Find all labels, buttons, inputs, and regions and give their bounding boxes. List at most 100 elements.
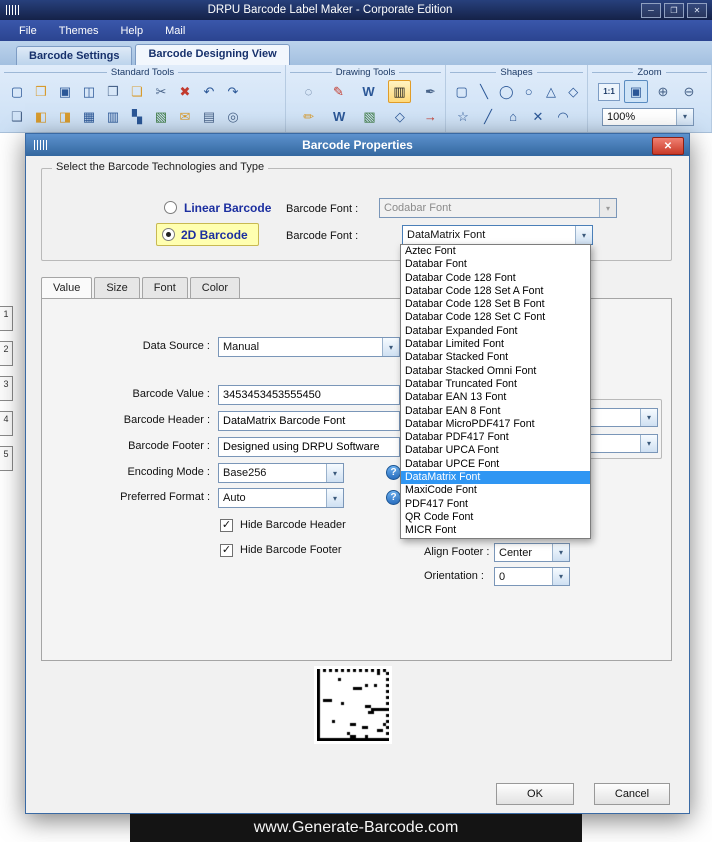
hide-barcode-header-checkbox[interactable]: ✓ [220, 519, 233, 532]
tab-value[interactable]: Value [41, 277, 93, 298]
barcode-header-input[interactable]: DataMatrix Barcode Font [218, 411, 400, 431]
copy-icon[interactable]: ❐ [102, 81, 124, 102]
2d-barcode-font-combo[interactable]: DataMatrix Font ▾ [402, 225, 593, 245]
font-dropdown-item[interactable]: Databar Code 128 Font [401, 272, 590, 285]
align-footer-combo[interactable]: Center ▾ [494, 543, 570, 562]
cut-icon[interactable]: ✂ [150, 81, 172, 102]
font-dropdown-item[interactable]: Databar UPCE Font [401, 458, 590, 471]
chevron-down-icon[interactable]: ▾ [575, 226, 592, 244]
2d-barcode-radio[interactable] [162, 228, 175, 241]
menu-file[interactable]: File [8, 23, 48, 39]
barcode-footer-input[interactable]: Designed using DRPU Software [218, 437, 400, 457]
font-dropdown-item[interactable]: Databar Stacked Omni Font [401, 365, 590, 378]
star-shape-icon[interactable]: ☆ [452, 106, 474, 127]
wordart-icon[interactable]: W [328, 106, 349, 127]
2d-barcode-label[interactable]: 2D Barcode [181, 228, 248, 242]
chevron-down-icon[interactable]: ▾ [640, 409, 657, 426]
zoom-in-icon[interactable]: ⊕ [652, 81, 674, 102]
arrow-tool-icon[interactable]: → [420, 106, 441, 127]
redo-icon[interactable]: ↷ [222, 81, 244, 102]
encoding-mode-combo[interactable]: Base256 ▾ [218, 463, 344, 483]
chevron-down-icon[interactable]: ▾ [552, 544, 569, 561]
email-icon[interactable]: ✉ [174, 106, 196, 127]
chevron-down-icon[interactable]: ▾ [640, 435, 657, 452]
lasso-select-icon[interactable]: ◌ [298, 81, 319, 102]
duplicate-icon[interactable]: ❑ [6, 106, 28, 127]
eyedropper-icon[interactable]: ✏ [298, 106, 319, 127]
export-image-icon[interactable]: ▧ [150, 106, 172, 127]
circle-shape-icon[interactable]: ○ [519, 81, 538, 102]
shape-tool-icon[interactable]: ◇ [389, 106, 410, 127]
open-icon[interactable]: ❒ [30, 81, 52, 102]
preferred-format-help-button[interactable]: ? [386, 490, 401, 505]
arc-shape-icon[interactable]: ◠ [552, 106, 574, 127]
line-shape-icon[interactable]: ╲ [474, 81, 493, 102]
menu-themes[interactable]: Themes [48, 23, 110, 39]
image-icon[interactable]: ▧ [359, 106, 380, 127]
font-dropdown-item[interactable]: Databar Font [401, 258, 590, 271]
font-dropdown-item[interactable]: MICR Font [401, 524, 590, 537]
actual-size-icon[interactable]: 1:1 [598, 82, 620, 101]
zoom-out-icon[interactable]: ⊖ [678, 81, 700, 102]
font-dropdown-item[interactable]: Databar UPCA Font [401, 444, 590, 457]
save-all-icon[interactable]: ◫ [78, 81, 100, 102]
lock-icon[interactable]: ◧ [30, 106, 52, 127]
tab-barcode-designing-view[interactable]: Barcode Designing View [135, 44, 290, 65]
font-dropdown-item[interactable]: Databar Code 128 Set A Font [401, 285, 590, 298]
linear-barcode-label[interactable]: Linear Barcode [184, 201, 271, 215]
barcode-tool-icon[interactable]: ▥ [388, 80, 411, 103]
restore-button[interactable]: ❐ [664, 2, 684, 18]
font-dropdown-item[interactable]: Databar Limited Font [401, 338, 590, 351]
chevron-down-icon[interactable]: ▾ [326, 489, 343, 507]
new-icon[interactable]: ▢ [6, 81, 28, 102]
paste-icon[interactable]: ❏ [126, 81, 148, 102]
text-tool-icon[interactable]: W [358, 81, 379, 102]
pen-icon[interactable]: ✒ [420, 81, 441, 102]
menu-help[interactable]: Help [109, 23, 154, 39]
fit-page-icon[interactable]: ▣ [624, 80, 648, 103]
diagonal-shape-icon[interactable]: ╱ [477, 106, 499, 127]
ok-button[interactable]: OK [496, 783, 574, 805]
hide-barcode-footer-checkbox[interactable]: ✓ [220, 544, 233, 557]
diamond-shape-icon[interactable]: ◇ [564, 81, 583, 102]
font-dropdown-item[interactable]: Aztec Font [401, 245, 590, 258]
triangle-shape-icon[interactable]: △ [541, 81, 560, 102]
brush-icon[interactable]: ✎ [328, 81, 349, 102]
dialog-titlebar[interactable]: Barcode Properties ✕ [26, 134, 689, 156]
cross-shape-icon[interactable]: ✕ [527, 106, 549, 127]
chevron-down-icon[interactable]: ▾ [676, 108, 693, 125]
hide-barcode-footer-label[interactable]: Hide Barcode Footer [240, 544, 342, 556]
font-dropdown-item[interactable]: Databar Code 128 Set C Font [401, 311, 590, 324]
pentagon-shape-icon[interactable]: ⌂ [502, 106, 524, 127]
undo-icon[interactable]: ↶ [198, 81, 220, 102]
print-preview-icon[interactable]: ◎ [222, 106, 244, 127]
font-dropdown-item[interactable]: Databar Stacked Font [401, 351, 590, 364]
rectangle-shape-icon[interactable]: ▢ [452, 81, 471, 102]
font-dropdown-item[interactable]: Databar PDF417 Font [401, 431, 590, 444]
font-dropdown-item[interactable]: Databar Expanded Font [401, 325, 590, 338]
font-dropdown-item[interactable]: Databar Truncated Font [401, 378, 590, 391]
encoding-help-button[interactable]: ? [386, 465, 401, 480]
font-dropdown-item[interactable]: Databar Code 128 Set B Font [401, 298, 590, 311]
orientation-combo[interactable]: 0 ▾ [494, 567, 570, 586]
cancel-button[interactable]: Cancel [594, 783, 670, 805]
font-dropdown-item[interactable]: MaxiCode Font [401, 484, 590, 497]
tab-color[interactable]: Color [189, 277, 241, 298]
chevron-down-icon[interactable]: ▾ [552, 568, 569, 585]
font-dropdown-item[interactable]: Databar EAN 8 Font [401, 405, 590, 418]
hide-barcode-header-label[interactable]: Hide Barcode Header [240, 519, 346, 531]
chevron-down-icon[interactable]: ▾ [382, 338, 399, 356]
cards-icon[interactable]: ▚ [126, 106, 148, 127]
linear-barcode-radio[interactable] [164, 201, 177, 214]
font-dropdown-item[interactable]: Databar MicroPDF417 Font [401, 418, 590, 431]
print-icon[interactable]: ▤ [198, 106, 220, 127]
chevron-down-icon[interactable]: ▾ [326, 464, 343, 482]
delete-icon[interactable]: ✖ [174, 81, 196, 102]
tab-barcode-settings[interactable]: Barcode Settings [16, 46, 133, 65]
unlock-icon[interactable]: ◨ [54, 106, 76, 127]
barcode-value-input[interactable]: 3453453453555450 [218, 385, 400, 405]
font-dropdown-item[interactable]: QR Code Font [401, 511, 590, 524]
table-icon[interactable]: ▥ [102, 106, 124, 127]
dialog-close-button[interactable]: ✕ [652, 137, 684, 155]
tab-font[interactable]: Font [141, 277, 188, 298]
